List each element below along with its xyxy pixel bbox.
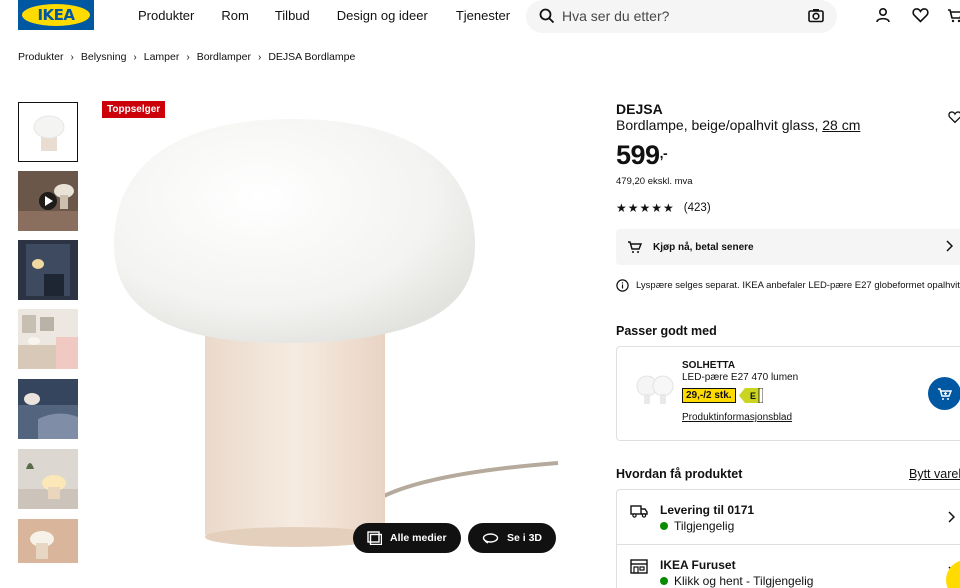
- recommended-heading: Passer godt med: [616, 324, 717, 338]
- recommended-price: 29,-/2 stk.: [682, 388, 736, 403]
- chevron-right-icon: ›: [257, 51, 262, 63]
- price-value: 599: [616, 140, 660, 170]
- delivery-heading: Hvordan få produktet: [616, 467, 743, 481]
- thumbnail-4[interactable]: [18, 309, 78, 369]
- bnpl-label: Kjøp nå, betal senere: [653, 241, 754, 253]
- nav-item-produkter[interactable]: Produkter: [138, 8, 194, 23]
- breadcrumb-item[interactable]: Produkter: [18, 51, 64, 63]
- store-title: IKEA Furuset: [660, 558, 736, 572]
- change-store-link[interactable]: Bytt vareh: [909, 467, 960, 481]
- nav-item-tilbud[interactable]: Tilbud: [275, 8, 310, 23]
- delivery-options: Levering til 0171 Tilgjengelig IKEA Furu…: [616, 489, 960, 588]
- all-media-label: Alle medier: [390, 532, 447, 544]
- camera-search-icon[interactable]: [808, 8, 824, 23]
- product-rating[interactable]: ★★★★★ (423): [616, 201, 711, 215]
- chevron-right-icon: ›: [133, 51, 137, 63]
- add-to-favourites-icon[interactable]: [948, 110, 960, 124]
- thumbnail-3[interactable]: [18, 240, 78, 300]
- logo-text: IKEA: [37, 6, 75, 24]
- breadcrumb-item[interactable]: Belysning: [81, 51, 127, 63]
- delivery-status-text: Tilgjengelig: [674, 519, 735, 533]
- energy-label-icon[interactable]: E: [739, 388, 763, 403]
- info-text: Lyspære selges separat. IKEA anbefaler L…: [636, 280, 960, 291]
- thumbnail-5[interactable]: [18, 379, 78, 439]
- delivery-row[interactable]: Levering til 0171 Tilgjengelig: [617, 490, 960, 544]
- chevron-right-icon: ›: [186, 51, 190, 63]
- rating-count: (423): [683, 202, 711, 214]
- breadcrumb-item[interactable]: Lamper: [144, 51, 180, 63]
- chevron-right-icon: ›: [70, 51, 74, 63]
- nav-item-tjenester[interactable]: Tjenester: [456, 8, 510, 23]
- recommended-product-card[interactable]: SOLHETTA LED-pære E27 470 lumen 29,-/2 s…: [616, 346, 960, 441]
- truck-icon: [630, 505, 648, 518]
- cart-icon[interactable]: [947, 7, 960, 23]
- recommended-name: SOLHETTA: [682, 360, 736, 371]
- cart-clock-icon: [628, 241, 643, 253]
- gallery-icon: [367, 531, 382, 545]
- product-desc-text: Bordlampe, beige/opalhvit glass,: [616, 117, 819, 133]
- search-input[interactable]: [562, 6, 792, 26]
- main-nav: Produkter Rom Tilbud Design og ideer Tje…: [138, 8, 510, 23]
- rating-stars-icon: ★★★★★: [616, 201, 675, 215]
- bulb-product-image: [636, 375, 674, 404]
- product-name: DEJSA: [616, 101, 663, 117]
- thumbnail-6[interactable]: [18, 449, 78, 509]
- store-status-text: Klikk og hent - Tilgjengelig: [674, 574, 814, 588]
- logo-oval: IKEA: [22, 4, 90, 26]
- available-dot-icon: [660, 522, 668, 530]
- store-status: Klikk og hent - Tilgjengelig: [660, 574, 813, 588]
- thumbnail-1[interactable]: [18, 102, 78, 162]
- breadcrumb-item[interactable]: Bordlamper: [197, 51, 251, 63]
- store-row[interactable]: IKEA Furuset Klikk og hent - Tilgjengeli…: [617, 545, 960, 588]
- add-to-cart-icon: [937, 387, 952, 400]
- price-ex-vat: 479,20 ekskl. mva: [616, 176, 693, 187]
- thumbnail-7[interactable]: [18, 519, 78, 579]
- bestseller-badge: Toppselger: [102, 101, 166, 118]
- breadcrumb-current: DEJSA Bordlampe: [268, 51, 356, 63]
- 3d-icon: [482, 533, 499, 544]
- product-main-image[interactable]: [100, 95, 560, 555]
- user-icon[interactable]: [875, 7, 891, 23]
- chevron-right-icon: [946, 240, 953, 252]
- energy-label-text: E: [750, 391, 756, 401]
- heart-icon[interactable]: [912, 7, 929, 23]
- add-to-cart-button[interactable]: [928, 377, 960, 410]
- product-info-sheet-link[interactable]: Produktinformasjonsblad: [682, 412, 792, 423]
- buy-now-pay-later[interactable]: Kjøp nå, betal senere: [616, 229, 960, 265]
- all-media-button[interactable]: Alle medier: [353, 523, 461, 553]
- chevron-right-icon: [948, 511, 955, 523]
- store-icon: [630, 559, 648, 574]
- nav-item-design[interactable]: Design og ideer: [337, 8, 428, 23]
- product-price: 599,-: [616, 140, 668, 171]
- recommended-desc: LED-pære E27 470 lumen: [682, 372, 799, 383]
- delivery-status: Tilgjengelig: [660, 519, 734, 533]
- delivery-title: Levering til 0171: [660, 503, 755, 517]
- view-3d-button[interactable]: Se i 3D: [468, 523, 557, 553]
- view-3d-label: Se i 3D: [507, 532, 543, 544]
- nav-item-rom[interactable]: Rom: [221, 8, 248, 23]
- info-icon: [616, 279, 629, 292]
- thumbnail-video[interactable]: [18, 171, 78, 231]
- ikea-logo[interactable]: IKEA: [18, 0, 94, 30]
- price-suffix: ,-: [659, 145, 668, 161]
- product-description: Bordlampe, beige/opalhvit glass, 28 cm: [616, 117, 860, 133]
- search-icon[interactable]: [539, 8, 555, 24]
- search-bar[interactable]: [526, 0, 837, 33]
- product-size-link[interactable]: 28 cm: [822, 117, 860, 133]
- breadcrumb: Produkter › Belysning › Lamper › Bordlam…: [18, 51, 355, 63]
- bulb-info-note: Lyspære selges separat. IKEA anbefaler L…: [616, 279, 960, 292]
- available-dot-icon: [660, 577, 668, 585]
